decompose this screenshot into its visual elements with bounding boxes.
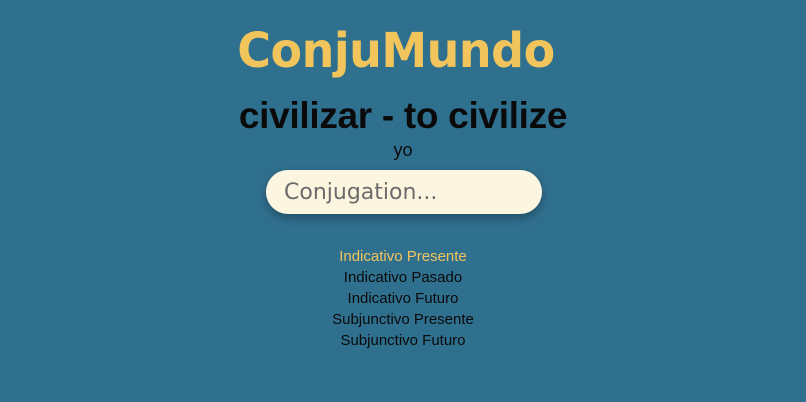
verb-title: civilizar - to civilize	[238, 95, 568, 136]
tense-item-subjunctivo-futuro[interactable]: Subjunctivo Futuro	[0, 330, 806, 351]
app-logo: ConjuMundo	[237, 21, 555, 79]
tense-list: Indicativo Presente Indicativo Pasado In…	[0, 246, 806, 351]
tense-item-indicativo-pasado[interactable]: Indicativo Pasado	[0, 267, 806, 288]
tense-item-indicativo-presente[interactable]: Indicativo Presente	[0, 246, 806, 267]
tense-item-subjunctivo-presente[interactable]: Subjunctivo Presente	[0, 309, 806, 330]
app-container: ConjuMundo civilizar - to civilize yo In…	[0, 0, 806, 402]
tense-item-indicativo-futuro[interactable]: Indicativo Futuro	[0, 288, 806, 309]
conjugation-input[interactable]	[266, 170, 542, 214]
pronoun-label: yo	[393, 140, 413, 160]
